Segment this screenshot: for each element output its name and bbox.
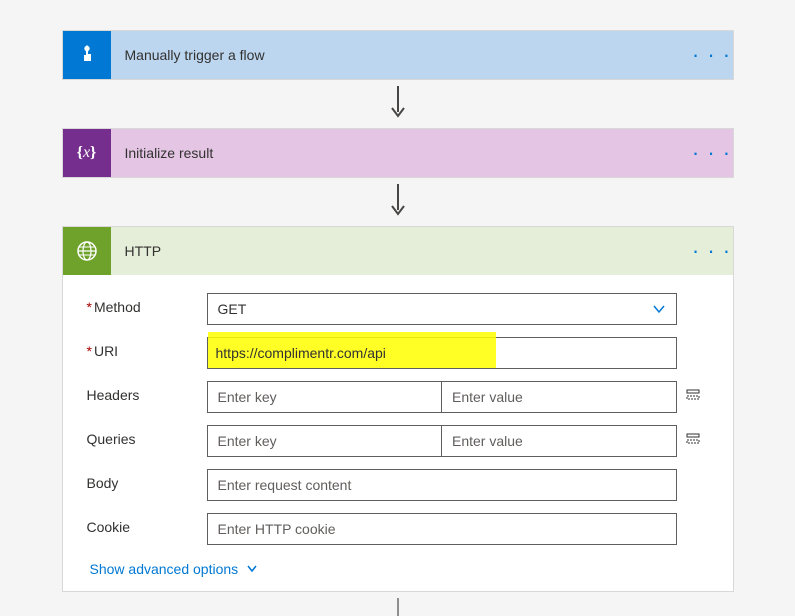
cookie-input[interactable] [207,513,677,545]
trigger-title: Manually trigger a flow [111,47,691,63]
method-select[interactable]: GET [207,293,677,325]
queries-key-input[interactable] [207,425,443,457]
init-more-button[interactable]: · · · [691,129,733,177]
show-advanced-label: Show advanced options [90,561,239,577]
init-title: Initialize result [111,145,691,161]
headers-value-input[interactable] [442,381,677,413]
card-trigger[interactable]: Manually trigger a flow · · · [62,30,734,80]
card-initialize-result[interactable]: {x} Initialize result · · · [62,128,734,178]
uri-value: https://complimentr.com/api [216,345,386,361]
uri-input[interactable]: https://complimentr.com/api [207,337,677,369]
flow-arrow [0,80,795,128]
chevron-down-icon [652,302,666,316]
body-input[interactable] [207,469,677,501]
queries-value-input[interactable] [442,425,677,457]
headers-label: Headers [87,381,207,403]
queries-switch-icon[interactable] [677,425,709,447]
http-title: HTTP [111,243,691,259]
chevron-down-icon [246,563,258,575]
show-advanced-options[interactable]: Show advanced options [87,561,709,577]
globe-icon [63,227,111,275]
http-header[interactable]: HTTP · · · [63,227,733,275]
cookie-label: Cookie [87,513,207,535]
queries-label: Queries [87,425,207,447]
card-http: HTTP · · · Method GET URI [62,226,734,592]
headers-key-input[interactable] [207,381,443,413]
flow-arrow [0,592,795,616]
headers-switch-icon[interactable] [677,381,709,403]
body-label: Body [87,469,207,491]
method-value: GET [218,301,247,317]
http-more-button[interactable]: · · · [691,227,733,275]
touch-icon [63,31,111,79]
method-label: Method [87,293,207,315]
trigger-more-button[interactable]: · · · [691,31,733,79]
flow-arrow [0,178,795,226]
uri-label: URI [87,337,207,359]
variable-icon: {x} [63,129,111,177]
